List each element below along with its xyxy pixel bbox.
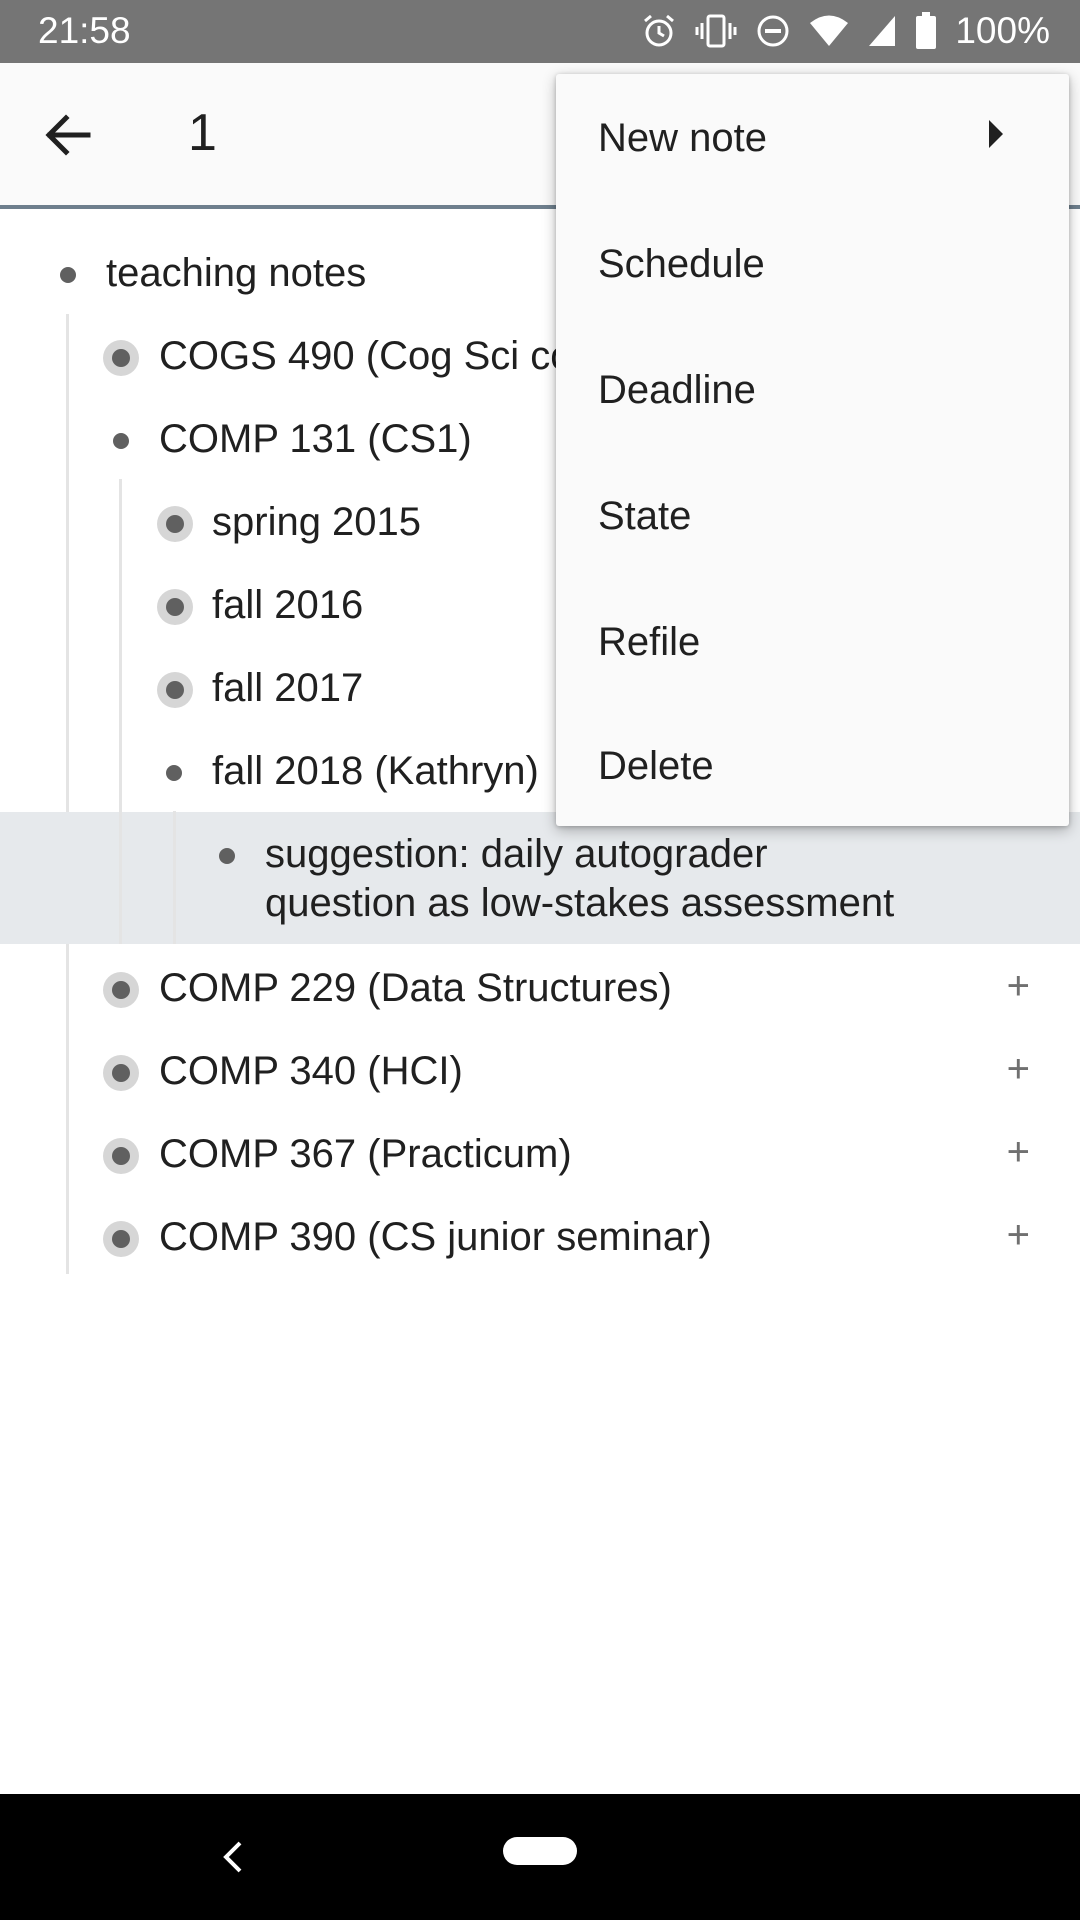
tree-row[interactable]: COMP 229 (Data Structures) +: [0, 944, 1080, 1027]
bullet-icon[interactable]: [113, 433, 129, 449]
vibrate-icon: [695, 14, 737, 48]
menu-item-label: Delete: [598, 744, 714, 788]
context-menu: New note Schedule Deadline State Refile …: [556, 74, 1069, 826]
tree-item-label: fall 2018 (Kathryn): [212, 749, 539, 793]
battery-percentage: 100%: [955, 10, 1050, 51]
status-bar: 21:58 100%: [0, 0, 1080, 63]
status-icons: 100%: [641, 10, 1050, 52]
tree-item-label: COMP 229 (Data Structures): [159, 966, 672, 1010]
tree-item-label: fall 2016: [212, 583, 364, 627]
menu-item-new-note[interactable]: New note: [556, 74, 1069, 200]
menu-item-label: Refile: [598, 620, 701, 664]
collapsed-bullet-icon[interactable]: [112, 981, 130, 999]
menu-item-state[interactable]: State: [556, 452, 1069, 578]
menu-item-delete[interactable]: Delete: [556, 704, 1069, 826]
collapsed-bullet-icon[interactable]: [166, 515, 184, 533]
expand-plus-icon[interactable]: +: [1007, 1213, 1030, 1258]
page-title: 1: [188, 104, 217, 162]
indent-guide: [173, 812, 176, 944]
back-arrow-icon[interactable]: [42, 109, 94, 161]
collapsed-bullet-icon[interactable]: [112, 1147, 130, 1165]
tree-item-label: fall 2017: [212, 666, 364, 710]
battery-icon: [916, 12, 937, 49]
tree-item-label: COMP 340 (HCI): [159, 1049, 463, 1093]
menu-item-refile[interactable]: Refile: [556, 578, 1069, 704]
menu-item-label: Deadline: [598, 368, 756, 412]
collapsed-bullet-icon[interactable]: [112, 1064, 130, 1082]
expand-plus-icon[interactable]: +: [1007, 1047, 1030, 1092]
nav-home-pill[interactable]: [503, 1837, 577, 1865]
tree-item-label: COMP 367 (Practicum): [159, 1132, 572, 1176]
tree-item-label: COGS 490 (Cog Sci co: [159, 334, 573, 378]
bullet-icon[interactable]: [219, 848, 235, 864]
menu-item-label: State: [598, 494, 692, 538]
collapsed-bullet-icon[interactable]: [112, 1230, 130, 1248]
tree-item-label: COMP 131 (CS1): [159, 417, 472, 461]
menu-item-schedule[interactable]: Schedule: [556, 200, 1069, 326]
alarm-icon: [644, 14, 675, 47]
tree-row[interactable]: COMP 367 (Practicum) +: [0, 1110, 1080, 1193]
tree-row[interactable]: COMP 340 (HCI) +: [0, 1027, 1080, 1110]
tree-item-label: COMP 390 (CS junior seminar): [159, 1215, 712, 1259]
collapsed-bullet-icon[interactable]: [166, 598, 184, 616]
tree-item-label-line1: suggestion: daily autograder: [265, 832, 768, 876]
tree-row-selected[interactable]: suggestion: daily autograder question as…: [0, 812, 1080, 944]
signal-icon: [869, 16, 896, 46]
system-nav-bar: [0, 1794, 1080, 1920]
dnd-icon: [757, 15, 789, 47]
status-time: 21:58: [38, 10, 131, 51]
nav-back-icon[interactable]: [218, 1838, 248, 1876]
menu-item-label: New note: [598, 116, 767, 160]
expand-plus-icon[interactable]: +: [1007, 1130, 1030, 1175]
submenu-arrow-icon: [989, 120, 1003, 148]
expand-plus-icon[interactable]: +: [1007, 964, 1030, 1009]
wifi-icon: [810, 15, 849, 46]
tree-item-label-line2: question as low-stakes assessment: [265, 881, 895, 925]
bullet-icon[interactable]: [60, 267, 76, 283]
tree-item-label: teaching notes: [106, 251, 367, 295]
tree-row[interactable]: COMP 390 (CS junior seminar) +: [0, 1193, 1080, 1276]
collapsed-bullet-icon[interactable]: [166, 681, 184, 699]
indent-guide: [119, 812, 122, 944]
tree-item-label: spring 2015: [212, 500, 422, 544]
bullet-icon[interactable]: [166, 765, 182, 781]
menu-item-label: Schedule: [598, 242, 765, 286]
collapsed-bullet-icon[interactable]: [112, 349, 130, 367]
menu-item-deadline[interactable]: Deadline: [556, 326, 1069, 452]
